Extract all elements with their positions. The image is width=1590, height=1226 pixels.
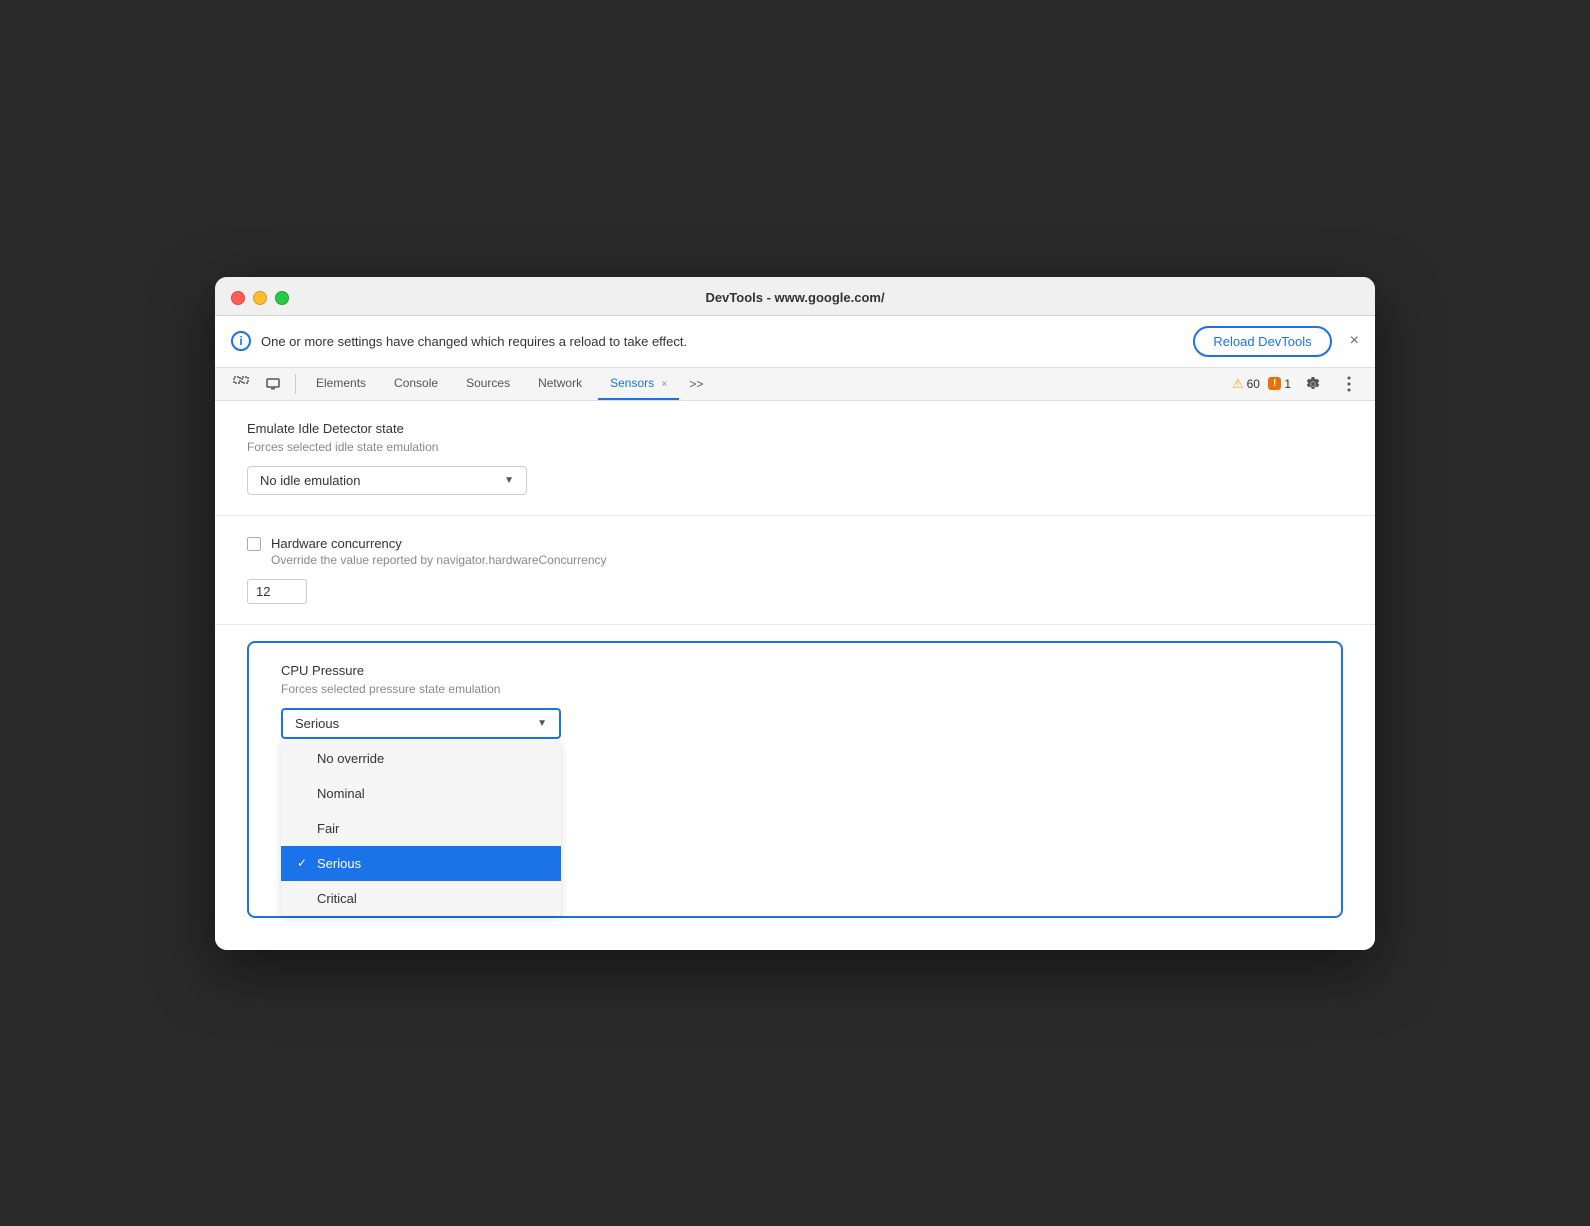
more-options-icon[interactable]: [1335, 370, 1363, 398]
hardware-concurrency-row: Hardware concurrency Override the value …: [247, 536, 1343, 567]
hardware-concurrency-section: Hardware concurrency Override the value …: [215, 516, 1375, 625]
cpu-dropdown-arrow: ▼: [537, 718, 547, 729]
nominal-label: Nominal: [317, 786, 365, 801]
notification-bar: i One or more settings have changed whic…: [215, 316, 1375, 368]
hardware-concurrency-title: Hardware concurrency: [271, 536, 607, 551]
notification-message: One or more settings have changed which …: [261, 334, 1183, 349]
cpu-option-serious[interactable]: ✓ Serious: [281, 846, 561, 881]
tab-sources[interactable]: Sources: [454, 368, 522, 400]
minimize-button[interactable]: [253, 291, 267, 305]
device-toggle-icon[interactable]: [259, 370, 287, 398]
settings-icon[interactable]: [1299, 370, 1327, 398]
cpu-pressure-desc: Forces selected pressure state emulation: [281, 682, 1309, 696]
cpu-pressure-section: CPU Pressure Forces selected pressure st…: [247, 641, 1343, 918]
traffic-lights: [231, 291, 289, 305]
cpu-pressure-menu: No override Nominal Fair ✓ Serious: [281, 741, 561, 916]
warnings-count: 60: [1247, 377, 1260, 391]
window-title: DevTools - www.google.com/: [705, 290, 884, 305]
cpu-pressure-title: CPU Pressure: [281, 663, 1309, 678]
cpu-option-nominal[interactable]: Nominal: [281, 776, 561, 811]
cpu-pressure-value: Serious: [295, 716, 339, 731]
titlebar: DevTools - www.google.com/: [215, 277, 1375, 316]
tab-console[interactable]: Console: [382, 368, 450, 400]
notification-close-button[interactable]: ×: [1350, 332, 1359, 350]
inspect-icon[interactable]: [227, 370, 255, 398]
reload-devtools-button[interactable]: Reload DevTools: [1193, 326, 1331, 357]
no-override-label: No override: [317, 751, 384, 766]
info-icon: i: [231, 331, 251, 351]
tab-sensors[interactable]: Sensors ×: [598, 368, 679, 400]
main-content: Emulate Idle Detector state Forces selec…: [215, 401, 1375, 950]
hardware-concurrency-checkbox[interactable]: [247, 537, 261, 551]
close-button[interactable]: [231, 291, 245, 305]
errors-badge[interactable]: ! 1: [1268, 377, 1291, 391]
idle-dropdown-arrow: ▼: [504, 475, 514, 486]
idle-emulation-value: No idle emulation: [260, 473, 360, 488]
idle-emulation-dropdown[interactable]: No idle emulation ▼: [247, 466, 527, 495]
cpu-pressure-dropdown[interactable]: Serious ▼: [281, 708, 561, 739]
tab-network[interactable]: Network: [526, 368, 594, 400]
cpu-pressure-wrapper: CPU Pressure Forces selected pressure st…: [215, 625, 1375, 950]
tab-sensors-close[interactable]: ×: [661, 379, 667, 390]
maximize-button[interactable]: [275, 291, 289, 305]
critical-label: Critical: [317, 891, 357, 906]
toolbar-right: ⚠ 60 ! 1: [1232, 370, 1363, 398]
warning-icon: ⚠: [1232, 376, 1244, 392]
idle-detector-section: Emulate Idle Detector state Forces selec…: [215, 401, 1375, 516]
error-icon: !: [1268, 377, 1281, 390]
serious-label: Serious: [317, 856, 361, 871]
errors-count: 1: [1284, 377, 1291, 391]
hardware-concurrency-desc: Override the value reported by navigator…: [271, 553, 607, 567]
tab-more-button[interactable]: >>: [683, 369, 709, 399]
serious-check: ✓: [297, 856, 311, 870]
toolbar-divider: [295, 374, 296, 394]
hardware-concurrency-input[interactable]: [247, 579, 307, 604]
cpu-option-no-override[interactable]: No override: [281, 741, 561, 776]
warnings-badge[interactable]: ⚠ 60: [1232, 376, 1260, 392]
toolbar: Elements Console Sources Network Sensors…: [215, 368, 1375, 401]
cpu-option-fair[interactable]: Fair: [281, 811, 561, 846]
devtools-window: DevTools - www.google.com/ i One or more…: [215, 277, 1375, 950]
cpu-option-critical[interactable]: Critical: [281, 881, 561, 916]
idle-detector-desc: Forces selected idle state emulation: [247, 440, 1343, 454]
fair-label: Fair: [317, 821, 339, 836]
idle-detector-title: Emulate Idle Detector state: [247, 421, 1343, 436]
tab-elements[interactable]: Elements: [304, 368, 378, 400]
